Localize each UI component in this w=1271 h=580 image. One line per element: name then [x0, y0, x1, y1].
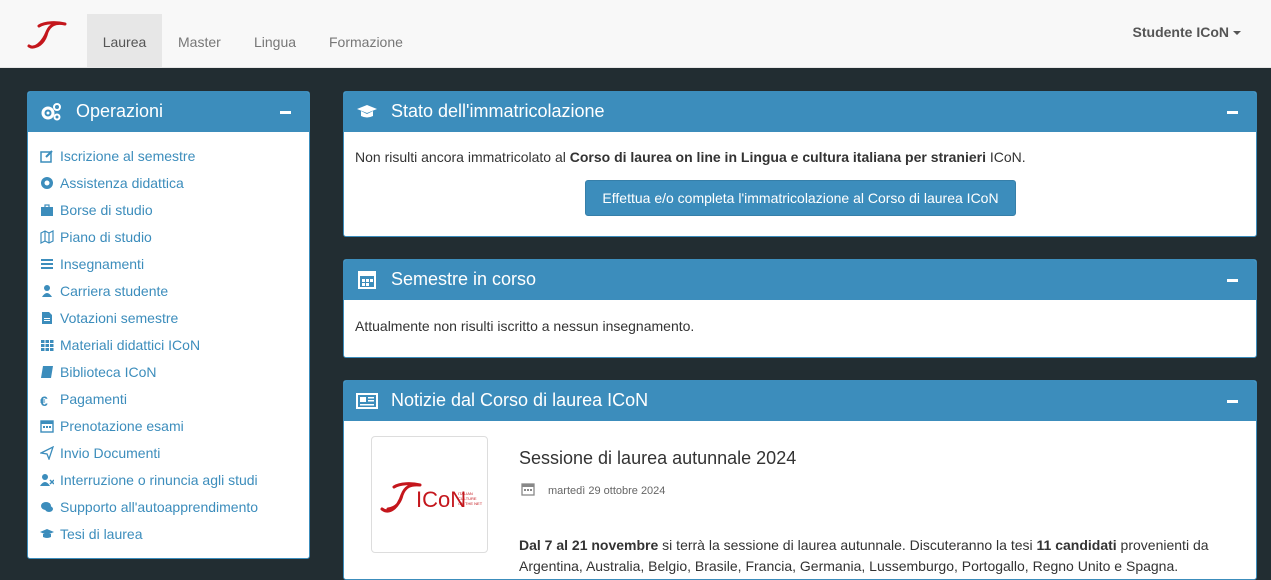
- svg-text:ON THE NET: ON THE NET: [458, 501, 483, 506]
- operazioni-list: Iscrizione al semestre Assistenza didatt…: [38, 148, 258, 553]
- news-item-date: martedì 29 ottobre 2024: [548, 485, 666, 497]
- nav-laurea[interactable]: Laurea: [87, 14, 162, 68]
- semestre-panel: Semestre in corso Attualmente non risult…: [343, 259, 1257, 358]
- semestre-title: Semestre in corso: [391, 269, 537, 289]
- immatricolazione-button[interactable]: Effettua e/o completa l'immatricolazione…: [585, 180, 1016, 216]
- semestre-message: Attualmente non risulti iscritto a nessu…: [355, 318, 695, 334]
- operazioni-header: Operazioni: [28, 92, 309, 132]
- ops-item-carriera[interactable]: Carriera studente: [40, 283, 258, 310]
- ops-item-materiali[interactable]: Materiali didattici ICoN: [40, 337, 258, 364]
- ops-item-biblioteca[interactable]: Biblioteca ICoN: [40, 364, 258, 391]
- edit-icon: [40, 149, 54, 163]
- list-icon: [40, 257, 54, 271]
- send-icon: [38, 445, 55, 461]
- stato-message: Non risulti ancora immatricolato al Cors…: [355, 149, 1026, 165]
- collapse-icon[interactable]: [280, 111, 291, 114]
- operazioni-title: Operazioni: [76, 101, 164, 121]
- ops-item-invio[interactable]: Invio Documenti: [38, 445, 258, 472]
- news-item-body: Dal 7 al 21 novembre si terrà la session…: [519, 537, 1209, 574]
- stato-title: Stato dell'immatricolazione: [391, 101, 605, 121]
- book-icon: [40, 365, 54, 379]
- ops-item-pagamenti[interactable]: € Pagamenti: [40, 391, 258, 418]
- ops-item-prenotazione[interactable]: Prenotazione esami: [40, 418, 258, 445]
- ops-item-iscrizione[interactable]: Iscrizione al semestre: [40, 148, 258, 175]
- calendar-icon: [358, 271, 376, 289]
- icon-logo[interactable]: [25, 20, 69, 50]
- file-icon: [40, 311, 54, 325]
- news-item-title[interactable]: Sessione di laurea autunnale 2024: [519, 448, 796, 469]
- briefcase-icon: [40, 203, 54, 217]
- notizie-title: Notizie dal Corso di laurea ICoN: [391, 390, 649, 410]
- ops-item-interruzione[interactable]: Interruzione o rinuncia agli studi: [40, 472, 258, 499]
- ops-item-piano[interactable]: Piano di studio: [40, 229, 258, 256]
- ops-item-borse[interactable]: Borse di studio: [40, 202, 258, 229]
- map-icon: [40, 230, 54, 244]
- user-name: Studente ICoN: [1132, 24, 1229, 40]
- stato-header: Stato dell'immatricolazione: [344, 92, 1256, 132]
- newspaper-icon: [356, 393, 378, 409]
- ops-item-insegnamenti[interactable]: Insegnamenti: [40, 256, 258, 283]
- ops-item-assistenza[interactable]: Assistenza didattica: [40, 175, 258, 202]
- collapse-icon[interactable]: [1227, 279, 1238, 282]
- operazioni-panel: Operazioni Iscrizione al semestre Assist…: [27, 91, 310, 559]
- news-thumbnail[interactable]: ICoN ITALIAN CULTURE ON THE NET: [371, 436, 488, 553]
- user-menu[interactable]: Studente ICoN: [1133, 24, 1241, 40]
- caret-down-icon: [1233, 31, 1241, 36]
- notizie-panel: Notizie dal Corso di laurea ICoN ICoN IT…: [343, 380, 1257, 580]
- calendar-icon: [521, 483, 535, 496]
- grid-icon: [40, 338, 54, 352]
- calendar-icon: [40, 419, 54, 433]
- collapse-icon[interactable]: [1227, 400, 1238, 403]
- cogs-icon: [41, 103, 61, 121]
- nav-formazione[interactable]: Formazione: [329, 14, 403, 68]
- user-icon: [40, 284, 54, 298]
- graduation-cap-icon: [40, 527, 54, 541]
- ops-item-tesi[interactable]: Tesi di laurea: [40, 526, 258, 553]
- semestre-header: Semestre in corso: [344, 260, 1256, 300]
- notizie-header: Notizie dal Corso di laurea ICoN: [344, 381, 1256, 421]
- lifebuoy-icon: [40, 176, 54, 190]
- ops-item-supporto[interactable]: Supporto all'autoapprendimento: [40, 499, 258, 526]
- euro-icon: €: [40, 393, 48, 409]
- nav-lingua[interactable]: Lingua: [254, 14, 296, 68]
- nav-master[interactable]: Master: [178, 14, 221, 68]
- user-remove-icon: [40, 473, 55, 487]
- stato-panel: Stato dell'immatricolazione Non risulti …: [343, 91, 1257, 237]
- icon-logo-image: ICoN ITALIAN CULTURE ON THE NET: [380, 482, 483, 513]
- collapse-icon[interactable]: [1227, 111, 1238, 114]
- top-navbar: Laurea Master Lingua Formazione Studente…: [0, 0, 1271, 68]
- graduation-cap-icon: [357, 105, 377, 118]
- ops-item-votazioni[interactable]: Votazioni semestre: [40, 310, 258, 337]
- chat-icon: [40, 500, 54, 514]
